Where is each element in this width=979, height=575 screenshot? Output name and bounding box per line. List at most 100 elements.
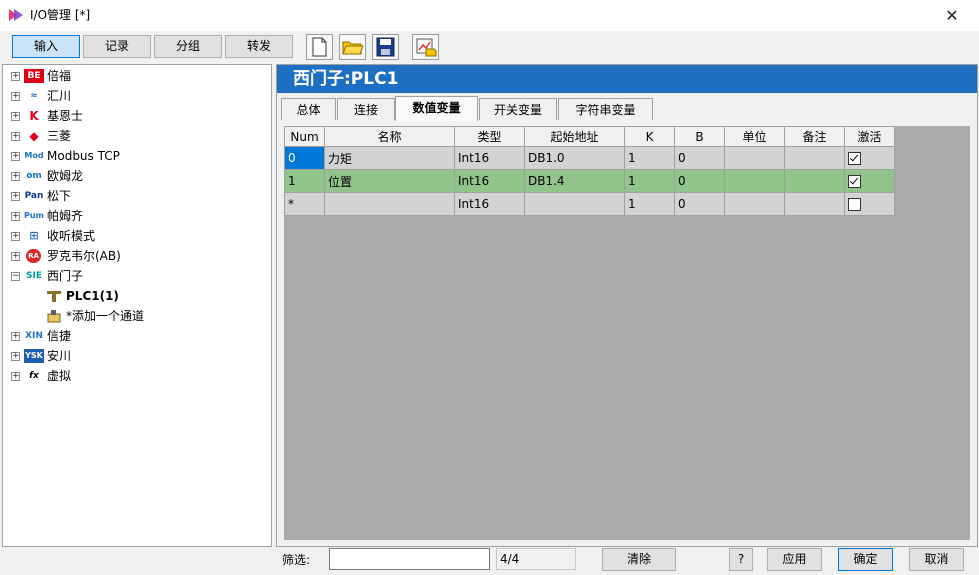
cell-address[interactable]: DB1.4 — [524, 169, 625, 193]
expand-icon[interactable]: + — [11, 192, 20, 201]
cell-active[interactable] — [844, 169, 895, 193]
expand-icon[interactable]: + — [11, 332, 20, 341]
active-checkbox[interactable] — [848, 175, 861, 188]
tab-connection[interactable]: 连接 — [337, 98, 395, 120]
tree-item-beckhoff[interactable]: + BE 倍福 — [3, 66, 271, 86]
tree-item-panasonic[interactable]: + Pan 松下 — [3, 186, 271, 206]
cell-type[interactable]: Int16 — [454, 146, 525, 170]
tree-item-add-channel[interactable]: *添加一个通道 — [3, 306, 271, 326]
toolbar-tab-forward[interactable]: 转发 — [225, 35, 293, 58]
tree-item-listen-mode[interactable]: + ⊞ 收听模式 — [3, 226, 271, 246]
cancel-button[interactable]: 取消 — [909, 548, 964, 571]
cell-note[interactable] — [784, 146, 845, 170]
tree-item-inovance[interactable]: + ≈ 汇川 — [3, 86, 271, 106]
tree-item-siemens[interactable]: − SIE 西门子 — [3, 266, 271, 286]
cell-k[interactable]: 1 — [624, 169, 675, 193]
ok-button[interactable]: 确定 — [838, 548, 893, 571]
close-button[interactable]: ✕ — [925, 0, 979, 31]
collapse-icon[interactable]: − — [11, 272, 20, 281]
table-row-new[interactable]: * Int16 1 0 — [284, 192, 895, 216]
tab-general[interactable]: 总体 — [281, 98, 336, 120]
column-header[interactable]: 类型 — [454, 126, 525, 147]
toolbar-tab-record[interactable]: 记录 — [83, 35, 151, 58]
inovance-logo-icon: ≈ — [30, 91, 38, 101]
cell-active[interactable] — [844, 192, 895, 216]
siemens-logo-icon: SIE — [26, 271, 42, 281]
tree-item-keyence[interactable]: + K 基恩士 — [3, 106, 271, 126]
apply-button[interactable]: 应用 — [767, 548, 822, 571]
column-header[interactable]: 起始地址 — [524, 126, 625, 147]
cell-note[interactable] — [784, 192, 845, 216]
help-button[interactable]: ? — [729, 548, 753, 571]
cell-note[interactable] — [784, 169, 845, 193]
keyence-logo-icon: K — [29, 109, 39, 123]
variable-grid[interactable]: Num 名称 类型 起始地址 K B 单位 备注 激活 0 力矩 Int16 D… — [284, 126, 895, 216]
column-header[interactable]: Num — [284, 126, 325, 147]
column-header[interactable]: 名称 — [324, 126, 455, 147]
cell-name[interactable]: 力矩 — [324, 146, 455, 170]
expand-icon[interactable]: + — [11, 172, 20, 181]
cell-type[interactable]: Int16 — [454, 192, 525, 216]
cell-k[interactable]: 1 — [624, 192, 675, 216]
active-checkbox[interactable] — [848, 198, 861, 211]
column-header[interactable]: B — [674, 126, 725, 147]
expand-icon[interactable]: + — [11, 92, 20, 101]
cell-b[interactable]: 0 — [674, 146, 725, 170]
cell-unit[interactable] — [724, 169, 785, 193]
tree-item-label: 倍福 — [47, 69, 72, 83]
tab-switch-vars[interactable]: 开关变量 — [479, 98, 557, 120]
tree-item-modbus-tcp[interactable]: + Mod Modbus TCP — [3, 146, 271, 166]
clear-button[interactable]: 清除 — [602, 548, 676, 571]
tree-item-omron[interactable]: + om 欧姆龙 — [3, 166, 271, 186]
expand-icon[interactable]: + — [11, 352, 20, 361]
tree-item-pumqi[interactable]: + Pum 帕姆齐 — [3, 206, 271, 226]
cell-num[interactable]: 0 — [284, 146, 325, 170]
column-header[interactable]: 备注 — [784, 126, 845, 147]
expand-icon[interactable]: + — [11, 252, 20, 261]
cell-b[interactable]: 0 — [674, 169, 725, 193]
device-tree[interactable]: + BE 倍福 + ≈ 汇川 + K 基恩士 + ◆ 三菱 + Mod Modb… — [2, 64, 272, 547]
table-row[interactable]: 1 位置 Int16 DB1.4 1 0 — [284, 169, 895, 193]
expand-icon[interactable]: + — [11, 72, 20, 81]
expand-icon[interactable]: + — [11, 152, 20, 161]
tree-item-xinje[interactable]: + XIN 信捷 — [3, 326, 271, 346]
tree-item-label: 松下 — [47, 189, 72, 203]
cell-num[interactable]: 1 — [284, 169, 325, 193]
expand-icon[interactable]: + — [11, 112, 20, 121]
tab-numeric-vars[interactable]: 数值变量 — [395, 96, 478, 121]
cell-address[interactable] — [524, 192, 625, 216]
new-file-button[interactable] — [306, 34, 333, 60]
expand-icon[interactable]: + — [11, 212, 20, 221]
cell-unit[interactable] — [724, 146, 785, 170]
tab-string-vars[interactable]: 字符串变量 — [558, 98, 653, 120]
column-header[interactable]: 激活 — [844, 126, 895, 147]
filter-input[interactable] — [329, 548, 490, 570]
open-folder-button[interactable] — [339, 34, 366, 60]
cell-type[interactable]: Int16 — [454, 169, 525, 193]
table-row[interactable]: 0 力矩 Int16 DB1.0 1 0 — [284, 146, 895, 170]
active-checkbox[interactable] — [848, 152, 861, 165]
cell-unit[interactable] — [724, 192, 785, 216]
tree-item-rockwell[interactable]: + RA 罗克韦尔(AB) — [3, 246, 271, 266]
cell-active[interactable] — [844, 146, 895, 170]
tree-item-virtual[interactable]: + fx 虚拟 — [3, 366, 271, 386]
tree-item-label: 基恩士 — [47, 109, 84, 123]
cell-num[interactable]: * — [284, 192, 325, 216]
expand-icon[interactable]: + — [11, 232, 20, 241]
expand-icon[interactable]: + — [11, 132, 20, 141]
cell-address[interactable]: DB1.0 — [524, 146, 625, 170]
toolbar-tab-group[interactable]: 分组 — [154, 35, 222, 58]
tree-item-yaskawa[interactable]: + YSK 安川 — [3, 346, 271, 366]
toolbar-tab-input[interactable]: 输入 — [12, 35, 80, 58]
save-button[interactable] — [372, 34, 399, 60]
chart-button[interactable] — [412, 34, 439, 60]
cell-name[interactable] — [324, 192, 455, 216]
tree-item-mitsubishi[interactable]: + ◆ 三菱 — [3, 126, 271, 146]
expand-icon[interactable]: + — [11, 372, 20, 381]
tree-item-plc1[interactable]: PLC1(1) — [3, 286, 271, 306]
cell-k[interactable]: 1 — [624, 146, 675, 170]
cell-b[interactable]: 0 — [674, 192, 725, 216]
column-header[interactable]: K — [624, 126, 675, 147]
column-header[interactable]: 单位 — [724, 126, 785, 147]
cell-name[interactable]: 位置 — [324, 169, 455, 193]
